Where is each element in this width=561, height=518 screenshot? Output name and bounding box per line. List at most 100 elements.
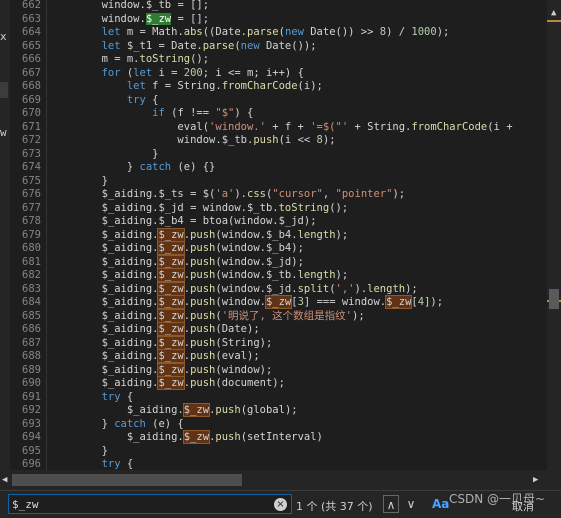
code-line: for (let i = 200; i <= m; i++) { bbox=[51, 67, 304, 81]
code-token: '=$("' bbox=[310, 120, 349, 133]
line-number: 694 bbox=[22, 431, 41, 443]
code-token: push bbox=[253, 134, 279, 146]
match-case-button[interactable]: Aa bbox=[432, 497, 449, 511]
code-editor[interactable]: window.$_tb = []; window.$_zw = []; let … bbox=[51, 0, 545, 470]
code-token: $_t1 = Date. bbox=[120, 39, 203, 52]
code-token: '明说了, 这个数组是指纹' bbox=[221, 309, 353, 322]
code-token: split bbox=[297, 282, 330, 295]
code-line: try { bbox=[51, 390, 134, 405]
code-token: = btoa(window. bbox=[183, 215, 279, 227]
scroll-left-icon[interactable]: ◀ bbox=[2, 475, 7, 485]
code-token: push bbox=[215, 431, 241, 443]
code-token: f = String. bbox=[145, 80, 222, 92]
code-token: $_aiding. bbox=[51, 282, 159, 295]
code-token: ((Date. bbox=[202, 26, 247, 38]
code-line: $_aiding.$_jd = window.$_tb.toString(); bbox=[51, 201, 349, 216]
scroll-up-icon[interactable]: ▲ bbox=[551, 8, 556, 18]
code-token: $_jd bbox=[265, 255, 292, 268]
line-number: 690 bbox=[22, 377, 41, 389]
code-token: push bbox=[190, 336, 216, 349]
code-line: window.$_zw = []; bbox=[51, 12, 209, 27]
line-number: 693 bbox=[22, 417, 41, 430]
line-number: 666 bbox=[22, 53, 41, 65]
code-token: $_aiding. bbox=[51, 228, 159, 241]
search-match: $_zw bbox=[157, 308, 185, 323]
previous-match-button[interactable]: ∧ bbox=[383, 495, 399, 513]
code-token: try bbox=[101, 458, 121, 470]
line-number: 677 bbox=[22, 201, 41, 214]
code-token: css bbox=[247, 188, 266, 200]
vertical-scroll-thumb[interactable] bbox=[549, 289, 559, 309]
code-token: $_aiding. bbox=[51, 255, 159, 268]
code-token: if bbox=[152, 107, 165, 119]
code-token: (Date); bbox=[215, 323, 260, 335]
find-input-box[interactable] bbox=[8, 494, 292, 514]
code-token: $_aiding. bbox=[51, 323, 159, 335]
code-token: $_aiding. bbox=[51, 350, 159, 362]
code-token: (document); bbox=[215, 377, 285, 389]
line-number: 683 bbox=[22, 282, 41, 295]
code-token: length bbox=[297, 269, 336, 281]
code-token: try bbox=[101, 390, 121, 403]
code-token: Date()); bbox=[259, 39, 317, 52]
code-token: length bbox=[367, 282, 406, 295]
find-input[interactable] bbox=[12, 496, 262, 512]
scroll-right-icon[interactable]: ▶ bbox=[533, 475, 538, 485]
code-token: push bbox=[190, 363, 216, 376]
code-token: (i); bbox=[297, 80, 323, 92]
search-match: $_zw bbox=[157, 376, 185, 390]
code-token: $_aiding. bbox=[51, 404, 184, 416]
code-token: $_aiding. bbox=[51, 242, 159, 254]
search-match: $_zw bbox=[157, 241, 185, 255]
code-token: let bbox=[101, 26, 121, 38]
code-line: $_aiding.$_zw.push(window.$_jd); bbox=[51, 254, 304, 270]
horizontal-scroll-thumb[interactable] bbox=[12, 474, 242, 486]
search-match: $_zw bbox=[157, 281, 185, 296]
line-number: 663 bbox=[22, 12, 41, 25]
cancel-button[interactable]: 取消 bbox=[512, 498, 534, 514]
code-token: ( bbox=[120, 66, 134, 79]
search-match: $_zw bbox=[157, 335, 185, 350]
code-line: if (f !== "$") { bbox=[51, 107, 253, 121]
code-token: (window. bbox=[215, 269, 266, 281]
code-token: ); bbox=[436, 26, 450, 38]
line-number: 672 bbox=[22, 134, 41, 146]
code-line: $_aiding.$_zw.push('明说了, 这个数组是指纹'); bbox=[51, 308, 365, 324]
code-token: $_aiding. bbox=[51, 377, 159, 389]
line-number: 676 bbox=[22, 188, 41, 200]
line-number: 668 bbox=[22, 80, 41, 92]
code-token: (window. bbox=[215, 228, 266, 241]
code-token: new bbox=[240, 39, 260, 52]
code-token: 1000 bbox=[411, 26, 437, 38]
code-token: (global); bbox=[240, 404, 298, 416]
code-token: $_aiding. bbox=[51, 201, 159, 214]
code-line: window.$_tb.push(i << 8); bbox=[51, 134, 336, 148]
code-token: $_aiding. bbox=[51, 336, 159, 349]
code-line: window.$_tb = []; bbox=[51, 0, 210, 13]
code-token: ); bbox=[303, 215, 317, 227]
code-token: ]); bbox=[424, 296, 444, 308]
code-token: i = bbox=[152, 66, 184, 79]
code-token: push bbox=[190, 309, 216, 322]
code-token: (); bbox=[190, 53, 210, 65]
code-token: ); bbox=[335, 228, 349, 241]
code-line: let $_t1 = Date.parse(new Date()); bbox=[51, 40, 317, 54]
code-token: } bbox=[51, 417, 115, 430]
clear-search-icon[interactable]: × bbox=[274, 498, 287, 511]
code-token: ); bbox=[322, 134, 336, 146]
vertical-scrollbar[interactable] bbox=[547, 0, 561, 470]
code-token: ); bbox=[392, 188, 406, 200]
code-token: $_b4 bbox=[158, 215, 184, 227]
code-token: (e) {} bbox=[171, 161, 216, 173]
code-line: try { bbox=[51, 94, 159, 108]
code-token: push bbox=[190, 377, 216, 389]
code-token: push bbox=[190, 255, 216, 268]
code-token: new bbox=[284, 26, 304, 38]
next-match-button[interactable]: ∨ bbox=[403, 495, 419, 513]
code-token: (window. bbox=[215, 296, 266, 308]
line-number: 680 bbox=[22, 242, 41, 254]
